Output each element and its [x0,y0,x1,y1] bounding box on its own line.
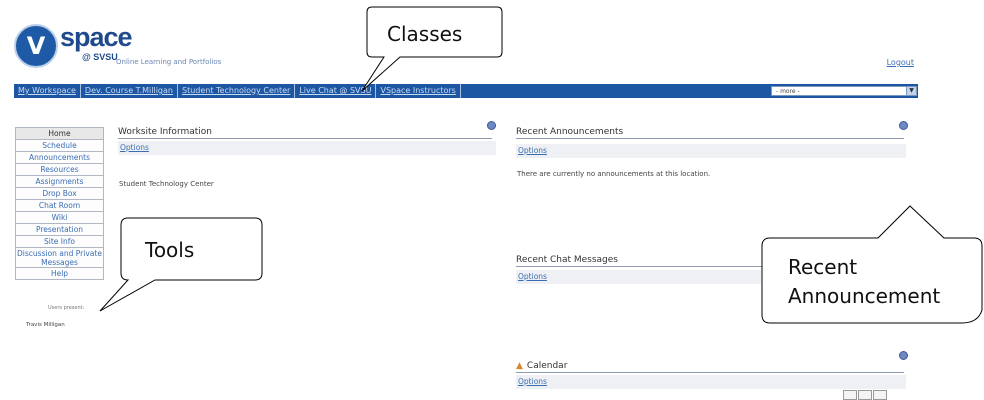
tools-callout-bubble [99,217,263,312]
classes-callout-bubble [361,6,503,92]
classes-callout-label: Classes [387,22,463,46]
tools-callout-label: Tools [145,238,195,262]
callout-overlay [99,6,983,324]
announcement-callout-line1: Recent [788,255,858,279]
announcement-callout-line2: Announcement [788,284,941,308]
